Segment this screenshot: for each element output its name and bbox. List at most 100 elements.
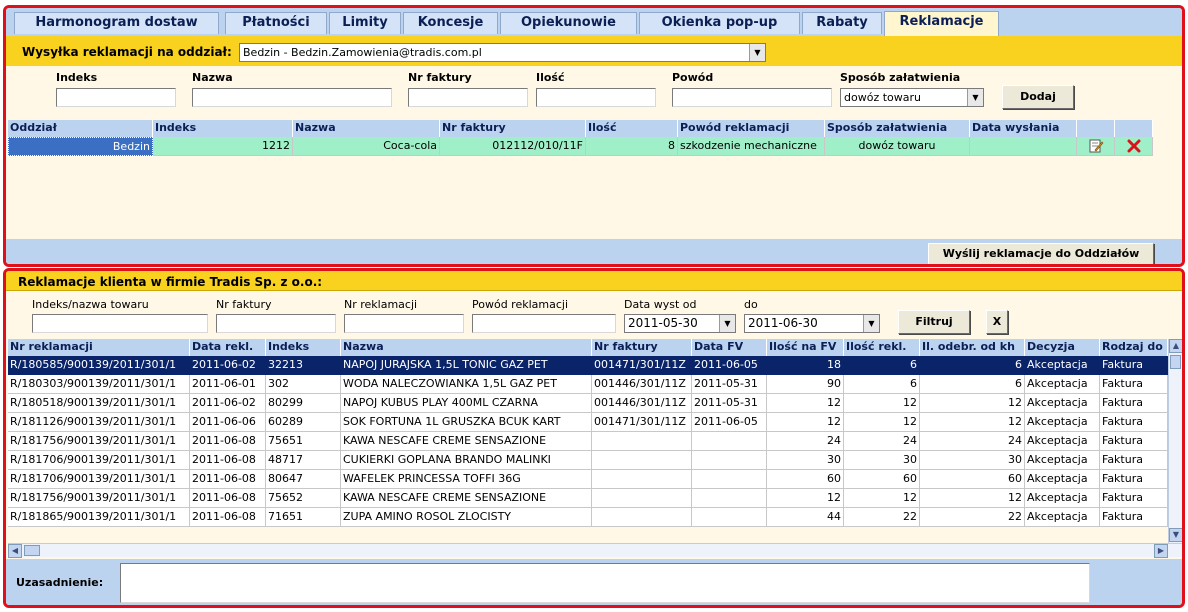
cell-indeks[interactable]: 71651	[266, 508, 341, 527]
tab-harmonogram[interactable]: Harmonogram dostaw	[14, 12, 219, 34]
cell-nr-faktury[interactable]	[592, 432, 692, 451]
cell-ilosc-rekl[interactable]: 6	[844, 356, 920, 375]
cell-nr-faktury[interactable]: 001446/301/11Z	[592, 394, 692, 413]
cell-oddzial[interactable]: Bedzin	[8, 137, 153, 156]
cell-nazwa[interactable]: Coca-cola	[293, 137, 440, 156]
cell-decyzja[interactable]: Akceptacja	[1025, 356, 1100, 375]
cell-il-odebr[interactable]: 30	[920, 451, 1025, 470]
col-data[interactable]: Data wysłania	[970, 120, 1077, 137]
indeks-input[interactable]	[56, 88, 176, 107]
col-nr-reklamacji[interactable]: Nr reklamacji	[8, 339, 190, 356]
sposob-select[interactable]: dowóz towaru ▼	[840, 88, 984, 107]
cell-nr-reklamacji[interactable]: R/181126/900139/2011/301/1	[8, 413, 190, 432]
filter-button[interactable]: Filtruj	[898, 310, 970, 334]
cell-data-rekl[interactable]: 2011-06-08	[190, 451, 266, 470]
cell-indeks[interactable]: 1212	[153, 137, 293, 156]
cell-rodzaj[interactable]: Faktura	[1100, 413, 1168, 432]
table-row[interactable]: R/181706/900139/2011/301/1 2011-06-08 4871…	[8, 451, 1168, 470]
cell-sposob[interactable]: dowóz towaru	[825, 137, 970, 156]
cell-decyzja[interactable]: Akceptacja	[1025, 375, 1100, 394]
cell-indeks[interactable]: 75652	[266, 489, 341, 508]
cell-rodzaj[interactable]: Faktura	[1100, 375, 1168, 394]
cell-data[interactable]	[970, 137, 1077, 156]
cell-ilosc-rekl[interactable]: 60	[844, 470, 920, 489]
cell-nazwa[interactable]: WAFELEK PRINCESSA TOFFI 36G	[341, 470, 592, 489]
table-row[interactable]: R/180303/900139/2011/301/1 2011-06-01 302 W…	[8, 375, 1168, 394]
cell-il-odebr[interactable]: 6	[920, 356, 1025, 375]
date-from-picker[interactable]: 2011-05-30 ▼	[624, 314, 736, 333]
cell-data-fv[interactable]	[692, 451, 767, 470]
justification-textarea[interactable]	[120, 563, 1090, 603]
col-indeks[interactable]: Indeks	[266, 339, 341, 356]
cell-ilosc-rekl[interactable]: 24	[844, 432, 920, 451]
clear-filter-button[interactable]: X	[986, 310, 1008, 334]
add-button[interactable]: Dodaj	[1002, 85, 1074, 109]
cell-ilosc-fv[interactable]: 30	[767, 451, 844, 470]
col-sposob[interactable]: Sposób załatwienia	[825, 120, 970, 137]
cell-nr-reklamacji[interactable]: R/181756/900139/2011/301/1	[8, 432, 190, 451]
cell-decyzja[interactable]: Akceptacja	[1025, 451, 1100, 470]
scroll-up-icon[interactable]: ▲	[1169, 339, 1182, 353]
tab-opiekunowie[interactable]: Opiekunowie	[500, 12, 637, 34]
cell-data-fv[interactable]	[692, 470, 767, 489]
cell-il-odebr[interactable]: 12	[920, 489, 1025, 508]
col-ilosc[interactable]: Ilość	[586, 120, 678, 137]
table-row[interactable]: R/180518/900139/2011/301/1 2011-06-02 8029…	[8, 394, 1168, 413]
cell-indeks[interactable]: 302	[266, 375, 341, 394]
cell-data-rekl[interactable]: 2011-06-08	[190, 508, 266, 527]
cell-nr-reklamacji[interactable]: R/181706/900139/2011/301/1	[8, 470, 190, 489]
cell-ilosc-rekl[interactable]: 6	[844, 375, 920, 394]
cell-data-fv[interactable]	[692, 489, 767, 508]
tab-koncesje[interactable]: Koncesje	[403, 12, 498, 34]
table-row[interactable]: R/181865/900139/2011/301/1 2011-06-08 7165…	[8, 508, 1168, 527]
cell-rodzaj[interactable]: Faktura	[1100, 356, 1168, 375]
nazwa-input[interactable]	[192, 88, 392, 107]
branch-select[interactable]: Bedzin - Bedzin.Zamowienia@tradis.com.pl…	[239, 43, 766, 62]
cell-rodzaj[interactable]: Faktura	[1100, 394, 1168, 413]
chevron-down-icon[interactable]: ▼	[719, 315, 735, 332]
cell-data-fv[interactable]: 2011-05-31	[692, 375, 767, 394]
tab-reklamacje[interactable]: Reklamacje	[884, 11, 999, 36]
cell-nr-faktury[interactable]: 001446/301/11Z	[592, 375, 692, 394]
cell-decyzja[interactable]: Akceptacja	[1025, 470, 1100, 489]
cell-data-rekl[interactable]: 2011-06-02	[190, 356, 266, 375]
scroll-left-icon[interactable]: ◀	[8, 544, 22, 558]
cell-indeks[interactable]: 60289	[266, 413, 341, 432]
scroll-right-icon[interactable]: ▶	[1154, 544, 1168, 558]
table-row[interactable]: R/180585/900139/2011/301/1 2011-06-02 3221…	[8, 356, 1168, 375]
cell-ilosc-fv[interactable]: 12	[767, 413, 844, 432]
cell-nazwa[interactable]: NAPOJ JURAJSKA 1,5L TONIC GAZ PET	[341, 356, 592, 375]
cell-nazwa[interactable]: NAPOJ KUBUS PLAY 400ML CZARNA	[341, 394, 592, 413]
cell-il-odebr[interactable]: 12	[920, 413, 1025, 432]
cell-ilosc-rekl[interactable]: 22	[844, 508, 920, 527]
table-row[interactable]: R/181706/900139/2011/301/1 2011-06-08 8064…	[8, 470, 1168, 489]
cell-nr-faktury[interactable]	[592, 489, 692, 508]
tab-platnosci[interactable]: Płatności	[225, 12, 327, 34]
cell-ilosc-fv[interactable]: 60	[767, 470, 844, 489]
cell-ilosc-fv[interactable]: 18	[767, 356, 844, 375]
scroll-thumb[interactable]	[1170, 355, 1181, 369]
cell-data-rekl[interactable]: 2011-06-08	[190, 432, 266, 451]
delete-icon[interactable]	[1115, 137, 1153, 156]
cell-rodzaj[interactable]: Faktura	[1100, 451, 1168, 470]
col-data-fv[interactable]: Data FV	[692, 339, 767, 356]
tab-rabaty[interactable]: Rabaty	[802, 12, 882, 34]
tab-limity[interactable]: Limity	[329, 12, 401, 34]
cell-data-fv[interactable]: 2011-05-31	[692, 394, 767, 413]
col-indeks[interactable]: Indeks	[153, 120, 293, 137]
cell-nr-reklamacji[interactable]: R/181706/900139/2011/301/1	[8, 451, 190, 470]
cell-nr-reklamacji[interactable]: R/181756/900139/2011/301/1	[8, 489, 190, 508]
ilosc-input[interactable]	[536, 88, 656, 107]
send-to-branches-button[interactable]: Wyślij reklamacje do Oddziałów	[928, 243, 1154, 264]
cell-data-rekl[interactable]: 2011-06-06	[190, 413, 266, 432]
cell-ilosc[interactable]: 8	[586, 137, 678, 156]
col-powod[interactable]: Powód reklamacji	[678, 120, 825, 137]
cell-ilosc-fv[interactable]: 24	[767, 432, 844, 451]
col-oddzial[interactable]: Oddział	[8, 120, 153, 137]
cell-ilosc-fv[interactable]: 12	[767, 489, 844, 508]
cell-nr-faktury[interactable]	[592, 508, 692, 527]
cell-decyzja[interactable]: Akceptacja	[1025, 413, 1100, 432]
cell-indeks[interactable]: 32213	[266, 356, 341, 375]
cell-data-rekl[interactable]: 2011-06-08	[190, 489, 266, 508]
cell-decyzja[interactable]: Akceptacja	[1025, 432, 1100, 451]
